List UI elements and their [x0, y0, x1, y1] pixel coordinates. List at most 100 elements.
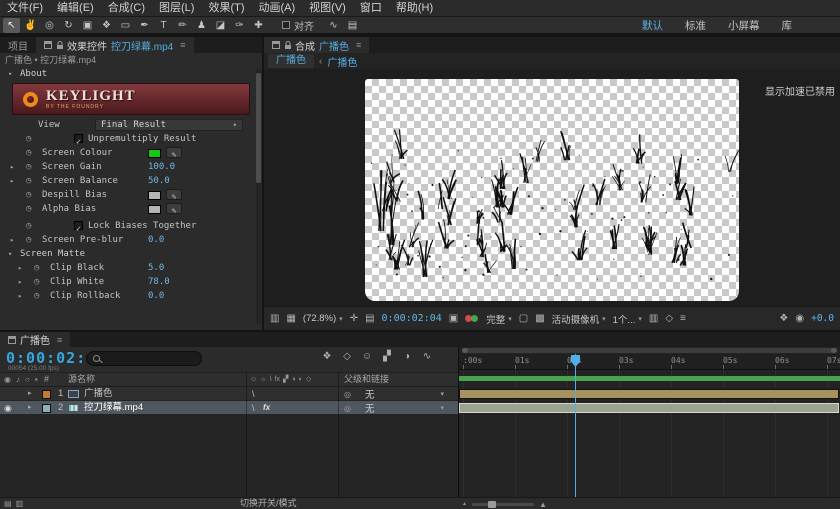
stopwatch-icon[interactable]: ◷	[26, 174, 31, 188]
shape-tool[interactable]: ▭	[117, 18, 134, 33]
layer-color-chip[interactable]	[42, 404, 51, 413]
timeline-navigator[interactable]	[462, 348, 837, 353]
collapse-icon[interactable]: ▾	[8, 247, 12, 261]
layer-color-chip[interactable]	[42, 390, 51, 399]
workspace-button[interactable]: 标准	[685, 18, 706, 33]
pick-whip-icon[interactable]: ◎	[344, 390, 351, 399]
eraser-tool[interactable]: ◪	[212, 18, 229, 33]
camera-tool[interactable]: ▣	[79, 18, 96, 33]
hand-tool[interactable]: ✌	[22, 18, 39, 33]
unpremultiply-checkbox[interactable]: ✓	[74, 134, 83, 143]
screen-gain-value[interactable]: 100.0	[148, 160, 175, 174]
flowchart-icon[interactable]: ❖	[779, 313, 788, 324]
layer-row-2[interactable]: ◉ ▸ 2 控刀绿幕.mp4 \ fx ◎ 无 ▾	[0, 401, 458, 415]
preview-time[interactable]: 0:00:02:04	[382, 313, 442, 324]
puppet-pin-tool[interactable]: ✚	[250, 18, 267, 33]
chevron-down-icon[interactable]: ▾	[440, 390, 444, 398]
zoom-slider-thumb[interactable]	[488, 501, 496, 508]
menu-item[interactable]: 效果(T)	[201, 0, 251, 17]
panel-menu-icon[interactable]: ≡	[180, 40, 185, 50]
stopwatch-icon[interactable]: ◷	[26, 160, 31, 174]
zoom-tool[interactable]: ◎	[41, 18, 58, 33]
eyedropper-icon[interactable]: ✎	[166, 189, 182, 200]
chevron-down-icon[interactable]: ▾	[440, 404, 444, 412]
alpha-bias-swatch[interactable]	[148, 205, 161, 214]
transfer-controls-toggle-icon[interactable]: ▥	[16, 498, 24, 509]
workspace-button[interactable]: 库	[782, 18, 793, 33]
grid-options-icon[interactable]: ▤	[365, 313, 374, 324]
zoom-out-icon[interactable]: ▲	[462, 501, 467, 507]
reset-exposure-icon[interactable]: ◉	[795, 313, 804, 324]
viewer-layout-icon[interactable]: ▦	[286, 313, 295, 324]
eyedropper-icon[interactable]: ✎	[166, 147, 182, 158]
comp-crumb-parent[interactable]: 广播色	[327, 54, 357, 69]
selection-tool[interactable]: ↖	[3, 18, 20, 33]
region-of-interest-icon[interactable]: ▢	[519, 313, 528, 324]
tab-composition[interactable]: 合成 广播色 ≡	[264, 37, 369, 53]
expand-icon[interactable]: ▸	[18, 275, 22, 289]
layer-row-1[interactable]: ▸ 1 广播色 \ ◎ 无 ▾	[0, 387, 458, 401]
snapshot-icon[interactable]: ▣	[449, 313, 458, 324]
transparency-grid-icon[interactable]: ▩	[535, 313, 544, 324]
viewer-lock-icon[interactable]	[284, 41, 292, 50]
stopwatch-icon[interactable]: ◷	[26, 188, 31, 202]
motion-path-icon[interactable]: ▤	[344, 18, 361, 33]
layer-controls-toggle-icon[interactable]: ▤	[4, 498, 12, 509]
view-layout-select[interactable]: 1个... ▾	[613, 312, 642, 326]
composition-view[interactable]	[365, 79, 739, 301]
pen-tool[interactable]: ✒	[136, 18, 153, 33]
fx-switch-icon[interactable]: fx	[263, 401, 270, 415]
layer-name[interactable]: 广播色	[84, 387, 113, 401]
video-visibility-icon[interactable]: ◉	[4, 401, 12, 415]
column-parent-link[interactable]: 父级和链接	[344, 373, 389, 386]
timeline-button-icon[interactable]: ≡	[680, 313, 686, 324]
stopwatch-icon[interactable]: ◷	[26, 233, 31, 247]
layer-duration-bar-2[interactable]	[459, 403, 839, 413]
stopwatch-icon[interactable]: ◷	[26, 202, 31, 216]
draft-3d-icon[interactable]: ◇	[340, 351, 354, 362]
despill-bias-swatch[interactable]	[148, 191, 161, 200]
workspace-button[interactable]: 默认	[642, 18, 663, 33]
graph-editor-icon[interactable]: ∿	[420, 351, 434, 362]
frame-blending-icon[interactable]: ▞	[380, 351, 394, 362]
pan-behind-tool[interactable]: ❖	[98, 18, 115, 33]
guides-options-icon[interactable]: ✛	[350, 313, 358, 324]
track-area[interactable]: :00s01s02s03s04s05s06s07s	[459, 347, 840, 497]
panel-menu-icon[interactable]: ≡	[57, 335, 62, 345]
menu-item[interactable]: 合成(C)	[101, 0, 152, 17]
brush-tool[interactable]: ✏	[174, 18, 191, 33]
scrollbar[interactable]	[256, 69, 261, 324]
expand-icon[interactable]: ▸	[18, 261, 22, 275]
column-divider[interactable]	[246, 372, 247, 497]
stopwatch-icon[interactable]: ◷	[26, 132, 31, 146]
show-channel-icon[interactable]	[465, 314, 479, 324]
clip-rollback-value[interactable]: 0.0	[148, 289, 164, 303]
view-select[interactable]: Final Result ▾	[95, 119, 243, 131]
parent-value[interactable]: 无	[365, 387, 375, 401]
tab-project[interactable]: 项目	[0, 37, 36, 53]
resolution-select[interactable]: 完整 ▾	[486, 312, 512, 326]
workspace-button[interactable]: 小屏幕	[728, 18, 760, 33]
toggle-switches-modes-button[interactable]: 切换开关/模式	[240, 498, 297, 509]
timeline-zoom-slider[interactable]	[472, 503, 534, 506]
work-area-bar[interactable]	[459, 376, 840, 381]
hide-shy-layers-icon[interactable]: ☺	[360, 351, 374, 362]
column-source-name[interactable]: 源名称	[68, 373, 95, 386]
pick-whip-icon[interactable]: ◎	[344, 404, 351, 413]
stopwatch-icon[interactable]: ◷	[34, 275, 39, 289]
composition-mini-flowchart-icon[interactable]: ❖	[320, 351, 334, 362]
zoom-in-icon[interactable]: ▲	[539, 500, 547, 509]
motion-blur-icon[interactable]: ◑	[400, 351, 414, 362]
comp-crumb-current[interactable]: 广播色	[268, 54, 314, 68]
fast-previews-icon[interactable]: ◇	[665, 313, 673, 324]
scrollbar-thumb[interactable]	[256, 73, 261, 183]
menu-item[interactable]: 文件(F)	[0, 0, 50, 17]
stopwatch-icon[interactable]: ◷	[26, 219, 31, 233]
quality-switch-icon[interactable]: \	[252, 401, 255, 415]
menu-item[interactable]: 视图(V)	[302, 0, 353, 17]
snap-checkbox[interactable]	[282, 21, 290, 29]
toggle-viewers-icon[interactable]: ▥	[270, 313, 279, 324]
menu-item[interactable]: 窗口	[353, 0, 389, 17]
type-tool[interactable]: T	[155, 18, 172, 33]
column-divider[interactable]	[338, 372, 339, 497]
